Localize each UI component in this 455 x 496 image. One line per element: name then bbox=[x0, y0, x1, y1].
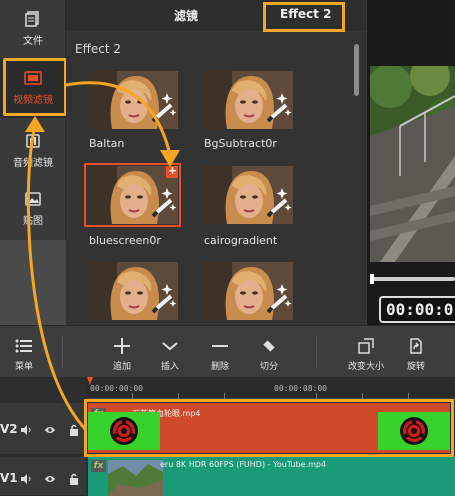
annotation-arrows bbox=[25, 81, 180, 432]
app-window: 文件 视频滤镜 音频滤镜 贴图 滤镜 Effect 2 Effect 2 Bal… bbox=[0, 0, 455, 496]
